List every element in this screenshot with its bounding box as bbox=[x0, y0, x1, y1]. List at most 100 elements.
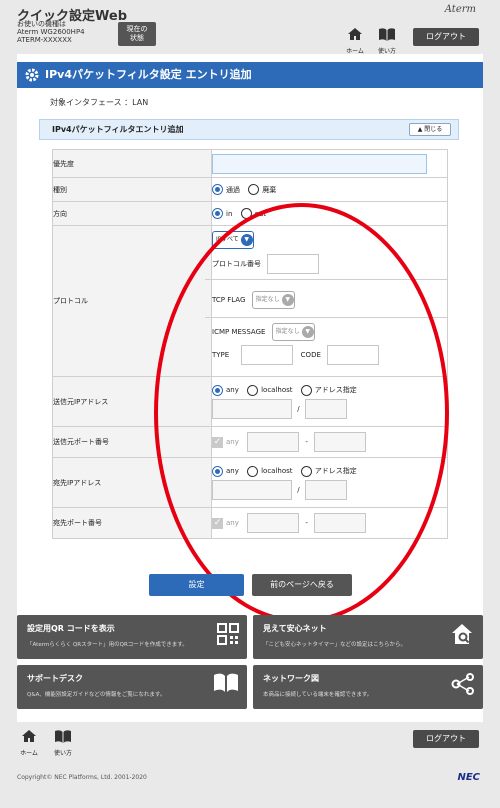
section-title: IPv4パケットフィルタエントリ追加 bbox=[52, 125, 184, 134]
footer-logout-button[interactable]: ログアウト bbox=[413, 730, 479, 748]
type-pass-label: 通過 bbox=[226, 185, 240, 194]
type-drop-radio[interactable] bbox=[248, 184, 260, 195]
dst-ip-localhost-label: localhost bbox=[261, 467, 293, 475]
priority-input[interactable] bbox=[212, 153, 427, 174]
tcp-flag-value: 指定なし bbox=[255, 296, 280, 303]
nec-logo: NEC bbox=[457, 772, 480, 783]
icmp-code-input[interactable] bbox=[327, 345, 380, 365]
tile-safe-net[interactable]: 見えて安心ネット 「こども安心ネットタイマー」などの設定はこちらから。 bbox=[253, 615, 483, 659]
slash-separator: / bbox=[297, 404, 300, 413]
tcp-flag-label: TCP FLAG bbox=[212, 296, 246, 304]
icmp-message-select[interactable]: 指定なし ▼ bbox=[271, 323, 315, 341]
src-port-any-label: any bbox=[226, 438, 239, 446]
set-button[interactable]: 設定 bbox=[149, 574, 244, 596]
src-port-any-checkbox[interactable]: ✓ bbox=[212, 436, 223, 448]
book-icon bbox=[55, 730, 71, 743]
src-ip-spec-radio[interactable] bbox=[300, 384, 312, 396]
tile-support-desk[interactable]: サポートデスク Q&A、機能別設定ガイドなどの情報をご覧になれます。 bbox=[17, 665, 247, 709]
dst-port-to-input[interactable] bbox=[314, 513, 367, 533]
protocol-number-input[interactable] bbox=[267, 254, 320, 274]
home-icon bbox=[348, 28, 362, 40]
row-type: 種別 通過 廃棄 bbox=[52, 177, 448, 202]
house-search-icon bbox=[452, 624, 472, 644]
row-priority: 優先度 bbox=[52, 149, 448, 178]
network-icon bbox=[451, 673, 474, 695]
icmp-type-input[interactable] bbox=[241, 345, 294, 365]
home-button[interactable]: ホーム bbox=[344, 26, 366, 55]
book-icon bbox=[214, 673, 238, 692]
page-title: IPv4パケットフィルタ設定 エントリ追加 bbox=[45, 68, 252, 81]
icmp-code-label: CODE bbox=[300, 351, 321, 359]
src-ip-any-radio[interactable] bbox=[212, 384, 223, 396]
src-ip-localhost-radio[interactable] bbox=[247, 384, 259, 396]
protocol-select-value: IPすべて bbox=[216, 236, 239, 243]
help-label: 使い方 bbox=[53, 750, 72, 757]
direction-in-label: in bbox=[226, 209, 233, 218]
tile-network-map[interactable]: ネットワーク図 本商品に接続している端末を確認できます。 bbox=[253, 665, 483, 709]
dst-ip-mask-input[interactable] bbox=[304, 479, 347, 500]
tcp-flag-select[interactable]: 指定なし ▼ bbox=[251, 291, 295, 309]
footer-home-button[interactable]: ホーム bbox=[18, 728, 40, 757]
dst-ip-address-input[interactable] bbox=[212, 479, 292, 500]
src-ip-any-label: any bbox=[226, 386, 239, 394]
filter-entry-form: 優先度 種別 通過 廃棄 方向 in out プロトコル IPすべて ▼ プロト… bbox=[52, 149, 448, 539]
dst-ip-any-radio[interactable] bbox=[212, 465, 223, 477]
interface-label: 対象インタフェース ：LAN bbox=[50, 98, 149, 107]
main-panel: IPv4パケットフィルタ設定 エントリ追加 対象インタフェース ：LAN IPv… bbox=[17, 54, 483, 722]
tile-qr-code[interactable]: 設定用QR コードを表示 「Atermらくらく QRスタート」用のQRコードを作… bbox=[17, 615, 247, 659]
row-protocol: プロトコル IPすべて ▼ プロトコル番号 TCP FLAG 指定なし ▼ ICMP… bbox=[52, 225, 448, 377]
src-ip-label: 送信元IPアドレス bbox=[52, 376, 212, 427]
chevron-up-icon: ▲ bbox=[417, 126, 423, 133]
protocol-number-label: プロトコル番号 bbox=[212, 260, 261, 268]
dst-port-from-input[interactable] bbox=[247, 513, 300, 533]
row-dst-ip: 宛先IPアドレス any localhost アドレス指定 / bbox=[52, 457, 448, 508]
src-ip-mask-input[interactable] bbox=[304, 398, 347, 419]
device-name: ATERM-XXXXXX bbox=[17, 36, 72, 44]
home-label: ホーム bbox=[20, 750, 38, 757]
type-label: 種別 bbox=[52, 177, 212, 202]
back-button[interactable]: 前のページへ戻る bbox=[252, 574, 352, 596]
protocol-label: プロトコル bbox=[52, 225, 212, 377]
qr-code-icon bbox=[217, 623, 239, 645]
tile-desc: 「こども安心ネットタイマー」などの設定はこちらから。 bbox=[263, 642, 407, 648]
device-model: Aterm WG2600HP4 bbox=[17, 28, 85, 36]
tile-desc: Q&A、機能別設定ガイドなどの情報をご覧になれます。 bbox=[27, 692, 166, 698]
direction-in-radio[interactable] bbox=[212, 208, 223, 219]
chevron-down-icon: ▼ bbox=[240, 233, 253, 246]
tile-title: 設定用QR コードを表示 bbox=[27, 624, 115, 633]
dst-ip-any-label: any bbox=[226, 467, 239, 475]
tile-title: サポートデスク bbox=[27, 674, 83, 683]
header: クイック設定Web お使いの機種は Aterm WG2600HP4 ATERM-… bbox=[0, 0, 500, 55]
dst-ip-spec-radio[interactable] bbox=[300, 465, 312, 477]
src-port-from-input[interactable] bbox=[247, 432, 300, 452]
protocol-select[interactable]: IPすべて ▼ bbox=[212, 231, 254, 249]
state-label: 状態 bbox=[130, 34, 144, 42]
tile-title: ネットワーク図 bbox=[263, 674, 319, 683]
src-ip-localhost-label: localhost bbox=[261, 386, 293, 394]
state-label: 現在の bbox=[126, 25, 148, 33]
src-ip-address-input[interactable] bbox=[212, 398, 292, 419]
slash-separator: / bbox=[297, 485, 300, 494]
help-button[interactable]: 使い方 bbox=[374, 26, 400, 55]
footer-help-button[interactable]: 使い方 bbox=[50, 728, 76, 757]
src-port-label: 送信元ポート番号 bbox=[52, 426, 212, 458]
close-button[interactable]: ▲ 閉じる bbox=[409, 123, 451, 136]
dst-port-any-checkbox[interactable]: ✓ bbox=[212, 517, 223, 529]
tile-desc: 本商品に接続している端末を確認できます。 bbox=[263, 692, 373, 698]
row-src-ip: 送信元IPアドレス any localhost アドレス指定 / bbox=[52, 376, 448, 427]
src-port-to-input[interactable] bbox=[314, 432, 367, 452]
home-icon bbox=[22, 730, 36, 742]
icmp-type-label: TYPE bbox=[212, 351, 230, 359]
type-pass-radio[interactable] bbox=[212, 184, 223, 195]
priority-label: 優先度 bbox=[52, 149, 212, 178]
dst-ip-localhost-radio[interactable] bbox=[247, 465, 259, 477]
src-ip-spec-label: アドレス指定 bbox=[314, 386, 357, 394]
footer: ホーム 使い方 ログアウト Copyright© NEC Platforms, … bbox=[0, 722, 500, 808]
direction-out-radio[interactable] bbox=[240, 208, 252, 219]
logout-button[interactable]: ログアウト bbox=[413, 28, 479, 46]
current-state-button[interactable]: 現在の 状態 bbox=[118, 22, 156, 46]
row-direction: 方向 in out bbox=[52, 201, 448, 226]
dst-port-label: 宛先ポート番号 bbox=[52, 507, 212, 539]
device-line: お使いの機種は bbox=[17, 20, 66, 28]
icmp-message-label: ICMP MESSAGE bbox=[212, 328, 266, 336]
